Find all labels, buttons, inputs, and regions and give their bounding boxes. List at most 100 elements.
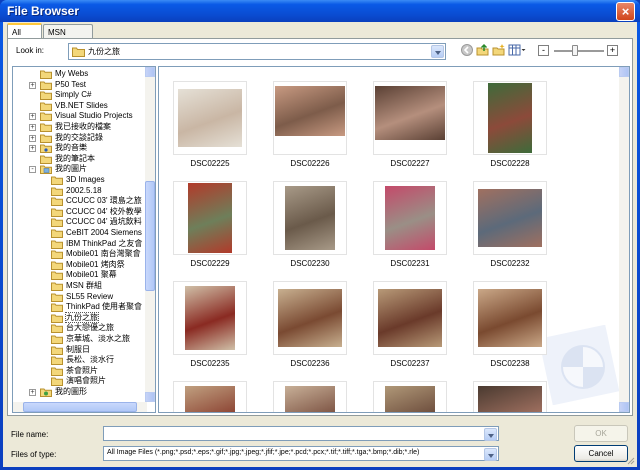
tree-scroll-down-button[interactable] <box>145 392 155 402</box>
tree-item[interactable]: 2002.5.18 <box>51 186 102 197</box>
ok-button[interactable]: OK <box>574 425 628 442</box>
tree-item[interactable]: 九份之旅 <box>51 311 99 324</box>
file-thumbnail[interactable] <box>273 281 347 355</box>
tree-item[interactable]: 我的音樂 <box>40 143 87 154</box>
tree-item-label: SL55 Review <box>66 291 114 301</box>
zoom-out-button[interactable]: - <box>538 45 549 56</box>
tree-item[interactable]: CCUCC 04' 過坑飲料 <box>51 217 142 228</box>
tree-item[interactable]: 我的圖片 <box>40 164 87 175</box>
resize-grip-icon[interactable] <box>625 455 635 465</box>
close-button[interactable]: × <box>616 2 635 21</box>
browser-panel: Look in: 九份之旅 - + My Webs + P50 Test Sim… <box>7 38 633 416</box>
tree-item[interactable]: CeBIT 2004 Siemens <box>51 228 142 239</box>
tree-item[interactable]: 茶會照片 <box>51 366 98 377</box>
files-of-type-dropdown-button[interactable] <box>484 448 497 461</box>
up-folder-icon[interactable] <box>476 43 490 57</box>
thumbnail-grid[interactable]: DSC02225 DSC02226 DSC02227 DSC02228 DSC02229… <box>158 66 630 413</box>
file-thumbnail[interactable] <box>373 81 447 155</box>
tree-item[interactable]: 我已接收的檔案 <box>40 122 111 133</box>
tree-item[interactable]: MSN 群組 <box>51 281 102 292</box>
tree-item[interactable]: IBM ThinkPad 之友會 <box>51 239 142 250</box>
zoom-slider-track[interactable] <box>554 50 604 52</box>
grid-vertical-scrollbar[interactable] <box>619 67 629 412</box>
tree-item[interactable]: My Webs <box>40 69 88 80</box>
file-thumbnail[interactable] <box>173 281 247 355</box>
tree-item[interactable]: 京華城、淡水之旅 <box>51 334 130 345</box>
title-bar[interactable]: File Browser × <box>0 0 640 22</box>
tree-item[interactable]: Mobile01 南台灣聚會 <box>51 249 141 260</box>
tree-expander[interactable]: + <box>29 134 36 142</box>
tree-expander[interactable]: + <box>29 389 36 396</box>
folder-icon <box>72 47 85 57</box>
file-thumbnail[interactable] <box>373 281 447 355</box>
shapes-folder-icon <box>40 388 52 400</box>
tree-item[interactable]: 我的筆記本 <box>40 154 95 165</box>
tree-item[interactable]: SL55 Review <box>51 292 113 303</box>
back-icon[interactable] <box>460 43 474 57</box>
file-thumbnail[interactable] <box>473 281 547 355</box>
tree-item[interactable]: P50 Test <box>40 80 86 91</box>
tree-expander[interactable]: - <box>29 166 36 174</box>
files-of-type-combo[interactable]: All Image Files (*.png;*.psd;*.eps;*.gif… <box>103 446 499 461</box>
tree-item[interactable]: Mobile01 烤肉祭 <box>51 260 125 271</box>
file-thumbnail[interactable] <box>473 181 547 255</box>
file-thumbnail[interactable] <box>473 381 547 412</box>
file-name-caption: DSC02236 <box>290 359 330 368</box>
tree-expander[interactable]: + <box>29 124 36 131</box>
tree-item[interactable]: 我的交談記錄 <box>40 133 103 144</box>
look-in-dropdown-button[interactable] <box>431 45 444 58</box>
folder-tree[interactable]: My Webs + P50 Test Simply C# VB.NET Slides + V… <box>12 66 156 413</box>
tree-item[interactable]: 台大戀優之旅 <box>51 323 114 334</box>
grid-scroll-down-button[interactable] <box>619 402 629 412</box>
tree-scroll-thumb[interactable] <box>145 181 155 291</box>
tree-item-label: CCUCC 03' 環島之旅 <box>66 196 142 206</box>
file-thumbnail[interactable] <box>173 181 247 255</box>
tree-item[interactable]: 演唱會照片 <box>51 376 106 387</box>
tree-item-label: 我的筆記本 <box>55 153 95 163</box>
tree-item[interactable]: CCUCC 03' 環島之旅 <box>51 196 142 207</box>
photo-preview <box>188 183 232 253</box>
tree-item[interactable]: VB.NET Slides <box>40 101 108 112</box>
tree-item[interactable]: 我的圖形 <box>40 387 87 398</box>
tree-item[interactable]: CCUCC 04' 校外教學 <box>51 207 142 218</box>
tree-vertical-scrollbar[interactable] <box>145 67 155 402</box>
file-thumbnail[interactable] <box>373 381 447 412</box>
file-thumbnail[interactable] <box>273 81 347 155</box>
file-thumbnail[interactable] <box>373 181 447 255</box>
tree-item-label: CCUCC 04' 過坑飲料 <box>66 217 142 227</box>
view-menu-icon[interactable] <box>508 43 526 57</box>
file-thumbnail[interactable] <box>273 181 347 255</box>
cancel-button[interactable]: Cancel <box>574 445 628 462</box>
tree-expander[interactable]: + <box>29 113 36 121</box>
tree-item[interactable]: 制服日 <box>51 345 90 356</box>
file-name-dropdown-button[interactable] <box>484 428 497 441</box>
tree-expander[interactable]: + <box>29 81 36 89</box>
look-in-combo[interactable]: 九份之旅 <box>68 43 446 60</box>
file-name-caption: DSC02232 <box>490 259 530 268</box>
grid-scroll-up-button[interactable] <box>619 67 629 77</box>
tree-item[interactable]: ThinkPad 使用者聚會 <box>51 302 142 313</box>
photo-preview <box>477 385 543 412</box>
file-thumbnail[interactable] <box>173 381 247 412</box>
dialog-client: All Files MSN Groups Look in: 九份之旅 - + <box>3 22 637 467</box>
tree-item[interactable]: Mobile01 聚幕 <box>51 270 117 281</box>
tree-item-label: 我已接收的檔案 <box>55 122 111 131</box>
tree-item-label: Mobile01 烤肉祭 <box>66 259 125 269</box>
tree-hscroll-thumb[interactable] <box>23 402 137 412</box>
tree-item[interactable]: 長松、淡水行 <box>51 355 114 366</box>
file-thumbnail[interactable] <box>273 381 347 412</box>
look-in-value: 九份之旅 <box>88 47 120 56</box>
new-folder-icon[interactable] <box>492 43 506 57</box>
zoom-slider-thumb[interactable] <box>571 45 578 56</box>
tree-item[interactable]: 3D Images <box>51 175 105 186</box>
tree-horizontal-scrollbar[interactable] <box>13 402 147 412</box>
tree-item[interactable]: Simply C# <box>40 90 91 101</box>
photo-preview <box>284 185 336 251</box>
tree-expander[interactable]: + <box>29 145 36 153</box>
tree-item[interactable]: Visual Studio Projects <box>40 111 133 122</box>
file-thumbnail[interactable] <box>473 81 547 155</box>
file-name-combo[interactable] <box>103 426 499 441</box>
file-thumbnail[interactable] <box>173 81 247 155</box>
zoom-in-button[interactable]: + <box>607 45 618 56</box>
tree-scroll-up-button[interactable] <box>145 67 155 77</box>
